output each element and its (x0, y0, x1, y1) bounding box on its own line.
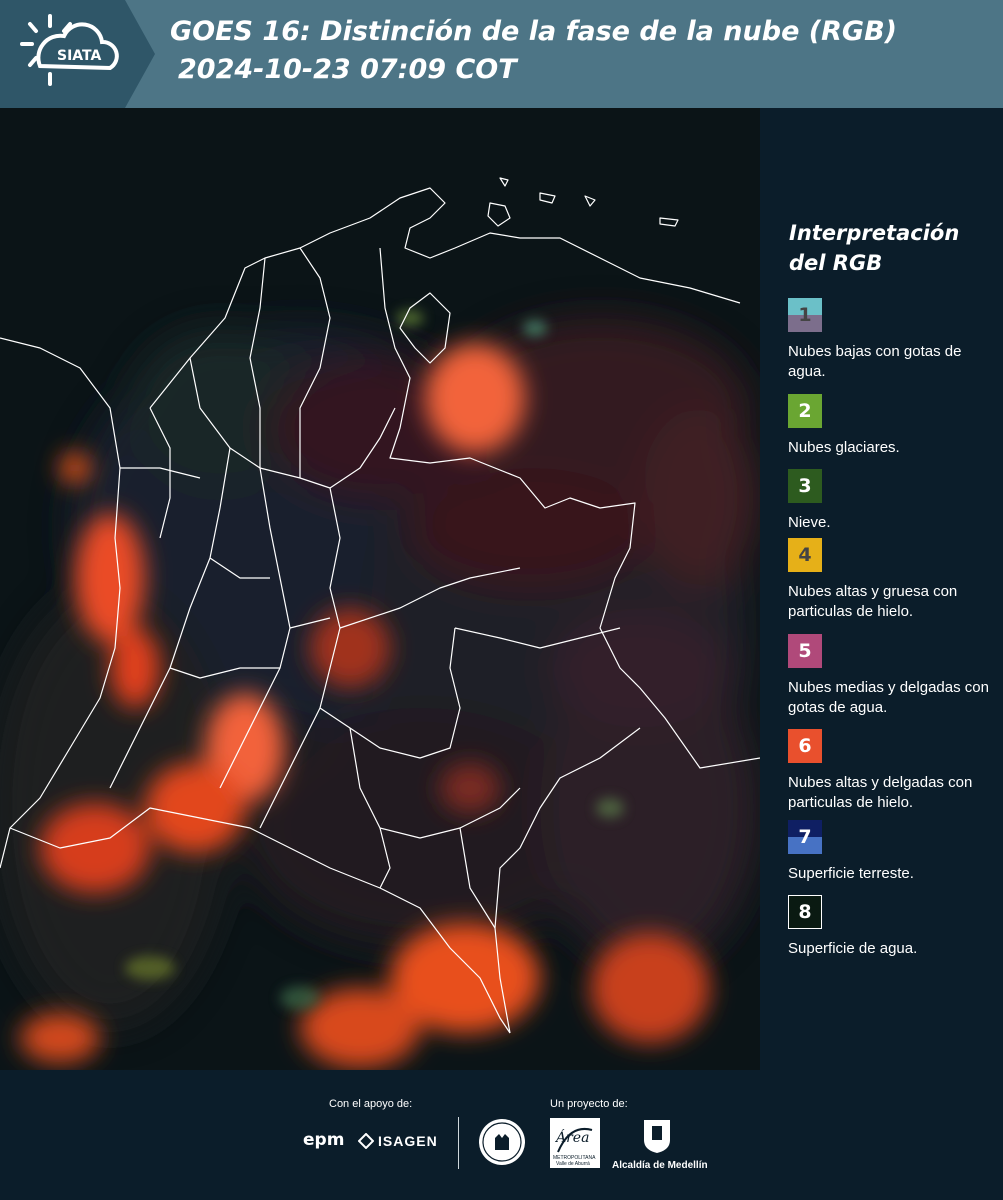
legend-label-4: Nubes altas y gruesa con particulas de h… (788, 583, 958, 620)
legend-panel: Interpretación del RGB 1 Nubes bajas con… (760, 108, 1003, 1070)
area-logo-text: Área (556, 1130, 590, 1146)
area-logo-sub2: Valle de Aburrá (556, 1161, 590, 1167)
satellite-map (0, 108, 760, 1070)
legend-swatch-2: 2 (788, 394, 822, 428)
logo-text: SIATA (57, 48, 102, 64)
support-label: Con el apoyo de: (329, 1098, 413, 1110)
legend-swatch-3: 3 (788, 469, 822, 503)
legend-swatch-7: 7 (788, 820, 822, 854)
legend-label-3: Nieve. (788, 514, 831, 531)
legend-number-3: 3 (798, 475, 812, 497)
legend-label-7: Superficie terreste. (788, 865, 914, 882)
alcaldia-logo: Alcaldía de Medellín (612, 1160, 708, 1171)
legend-swatch-1: 1 (788, 298, 822, 332)
legend-title: Interpretación del RGB (789, 221, 960, 275)
legend-number-6: 6 (798, 735, 812, 757)
legend-label-8: Superficie de agua. (788, 940, 918, 957)
legend-number-1: 1 (798, 304, 812, 326)
alcaldia-shield-icon (644, 1120, 670, 1153)
epm-logo: epm (303, 1130, 345, 1150)
legend-label-2: Nubes glaciares. (788, 439, 900, 456)
legend-label-1: Nubes bajas con gotas de agua. (788, 343, 962, 380)
legend-label-5: Nubes medias y delgadas con gotas de agu… (788, 679, 989, 716)
isagen-icon (358, 1133, 374, 1149)
page-timestamp: 2024-10-23 07:09 COT (178, 54, 517, 85)
legend-number-7: 7 (798, 826, 812, 848)
legend-swatch-5: 5 (788, 634, 822, 668)
legend-number-4: 4 (798, 544, 812, 566)
satellite-image (0, 108, 760, 1070)
legend-number-5: 5 (798, 640, 812, 662)
legend-label-6: Nubes altas y delgadas con particulas de… (788, 774, 973, 811)
project-label: Un proyecto de: (550, 1098, 628, 1110)
legend-swatch-6: 6 (788, 729, 822, 763)
seal-icon (479, 1119, 525, 1165)
legend-number-2: 2 (798, 400, 812, 422)
isagen-logo: ISAGEN (378, 1133, 438, 1149)
page-title: GOES 16: Distinción de la fase de la nub… (170, 16, 897, 47)
logo-block: SIATA (0, 0, 155, 108)
header-bar: SIATA GOES 16: Distinción de la fase de … (0, 0, 1003, 108)
legend-swatch-8: 8 (788, 895, 822, 929)
footer-divider (458, 1117, 459, 1169)
legend-swatch-4: 4 (788, 538, 822, 572)
footer: Con el apoyo de: Un proyecto de: epm ISA… (0, 1070, 1003, 1200)
legend-number-8: 8 (798, 901, 812, 923)
